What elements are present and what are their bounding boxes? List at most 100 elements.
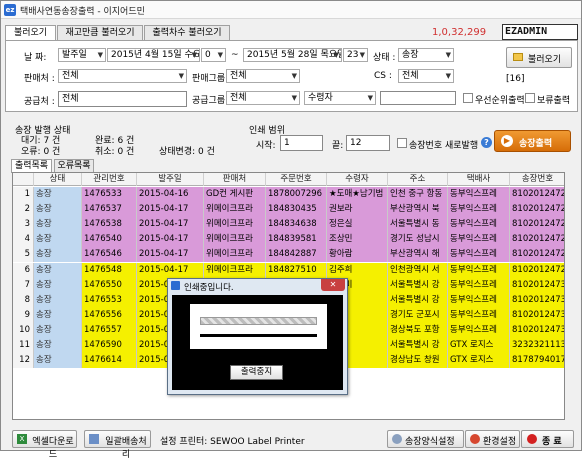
vendor-label: 판매처 : bbox=[24, 74, 55, 84]
hold-checkbox[interactable] bbox=[525, 93, 535, 103]
invoice-format-setting-button[interactable]: 송장양식설정 bbox=[387, 430, 464, 448]
table-cell: 2015-04-16 bbox=[137, 187, 204, 202]
column-header[interactable]: 판매처 bbox=[204, 173, 266, 186]
row-number: 7 bbox=[13, 277, 34, 293]
dialog-progress-area bbox=[190, 304, 327, 349]
batch-delivery-button[interactable]: 일괄배송처리 bbox=[84, 430, 151, 460]
priority-checkbox[interactable] bbox=[463, 93, 473, 103]
date-type-select[interactable]: 발주일 ▼ bbox=[58, 48, 106, 62]
row-number: 1 bbox=[13, 187, 34, 202]
date-to-picker[interactable]: 2015년 5월 28일 목요일 ▼ bbox=[243, 48, 342, 62]
column-header[interactable]: 주소 bbox=[388, 173, 448, 186]
dialog-title: 인쇄중입니다. bbox=[184, 283, 234, 293]
table-cell: 부산광역시 해 bbox=[388, 247, 448, 263]
tab-load-stock[interactable]: 재고만큼 불러오기 bbox=[57, 25, 143, 40]
column-header[interactable]: 송장번호 bbox=[510, 173, 564, 186]
print-progress-bar bbox=[200, 317, 317, 325]
tab-print-list[interactable]: 출력목록 bbox=[11, 159, 52, 173]
receiver-input[interactable] bbox=[380, 91, 456, 105]
tab-load[interactable]: 불러오기 bbox=[5, 25, 56, 41]
load-button[interactable]: 불러오기 bbox=[506, 47, 572, 68]
print-icon: ▶ bbox=[501, 135, 513, 147]
print-start-input[interactable]: 1 bbox=[280, 135, 323, 151]
table-cell: 810201247332 bbox=[510, 322, 564, 338]
date-from-picker[interactable]: 2015년 4월 15일 수요일 ▼ bbox=[107, 48, 200, 62]
column-header[interactable]: 수령자 bbox=[327, 173, 388, 186]
table-cell: 2015-04-17 bbox=[137, 202, 204, 218]
chevron-down-icon: ▼ bbox=[217, 51, 223, 59]
vendor-select[interactable]: 전체 ▼ bbox=[58, 69, 187, 83]
table-cell: 송장 bbox=[34, 307, 82, 323]
table-row[interactable]: 5 송장 1476546 2015-04-17 위메이크프라 184842887 황아람 부산… bbox=[13, 247, 564, 263]
table-row[interactable]: 4 송장 1476540 2015-04-17 위메이크프라 184839581 조상민 경기… bbox=[13, 232, 564, 248]
stop-print-button[interactable]: 출력중지 bbox=[230, 365, 283, 380]
column-header[interactable]: 주문번호 bbox=[266, 173, 327, 186]
main-window: ez 택배사연동송장출력 - 이지어드민 불러오기 재고만큼 불러오기 출력차수… bbox=[0, 0, 582, 460]
column-header[interactable]: 관리번호 bbox=[82, 173, 137, 186]
status-changed: 상태변경: 0 건 bbox=[159, 147, 215, 157]
hold-label: 보류출력 bbox=[537, 96, 571, 106]
hour-to-select[interactable]: 23 ▼ bbox=[343, 48, 368, 62]
table-cell: 1476548 bbox=[82, 262, 137, 278]
tab-load-print-round[interactable]: 출력차수 불러오기 bbox=[144, 25, 230, 40]
table-cell: 동부익스프레 bbox=[448, 247, 510, 263]
table-cell: 조상민 bbox=[327, 232, 388, 248]
filter-panel: 날 짜: 발주일 ▼ 2015년 4월 15일 수요일 ▼ 0 ▼ ~ 2015년 5… bbox=[5, 40, 578, 112]
chevron-down-icon: ▼ bbox=[445, 51, 451, 59]
table-cell: 송장 bbox=[34, 292, 82, 308]
chevron-down-icon: ▼ bbox=[178, 72, 184, 80]
status-cancel: 취소: 0 건 bbox=[95, 147, 135, 157]
table-cell: 1476537 bbox=[82, 202, 137, 218]
table-cell: 2015-04-17 bbox=[137, 247, 204, 263]
hour-from-select[interactable]: 0 ▼ bbox=[201, 48, 226, 62]
table-row[interactable]: 3 송장 1476538 2015-04-17 위메이크프라 184834638 정은실 서울… bbox=[13, 217, 564, 233]
version-label: 1,0,32,299 bbox=[432, 27, 487, 38]
close-icon[interactable]: ✕ bbox=[321, 279, 345, 291]
table-cell: 184830435 bbox=[266, 202, 327, 218]
table-cell: 송장 bbox=[34, 277, 82, 293]
row-number: 2 bbox=[13, 202, 34, 218]
help-icon[interactable]: ? bbox=[481, 137, 492, 148]
new-issue-checkbox[interactable] bbox=[397, 138, 407, 148]
table-cell: 184839581 bbox=[266, 232, 327, 248]
table-cell: 32323211137 bbox=[510, 338, 564, 353]
environment-setting-button[interactable]: 환경설정 bbox=[465, 430, 520, 448]
cs-select[interactable]: 전체 ▼ bbox=[398, 69, 454, 83]
chevron-down-icon: ▼ bbox=[291, 72, 297, 80]
column-header[interactable]: 상태 bbox=[34, 173, 82, 186]
grid-header: 상태 관리번호 발주일 판매처 주문번호 수령자 주소 택배사 송장번호 bbox=[13, 173, 564, 186]
supplier-input[interactable]: 전체 bbox=[58, 91, 187, 107]
tab-error-list[interactable]: 오류목록 bbox=[54, 159, 94, 172]
table-cell: 송장 bbox=[34, 202, 82, 218]
vendor-group-select[interactable]: 전체 ▼ bbox=[226, 69, 300, 83]
table-cell: 동부익스프레 bbox=[448, 217, 510, 233]
row-number: 4 bbox=[13, 232, 34, 248]
table-cell: 송장 bbox=[34, 353, 82, 369]
status-select[interactable]: 송장 ▼ bbox=[398, 48, 454, 62]
chevron-down-icon: ▼ bbox=[359, 51, 365, 59]
excel-download-button[interactable]: X 엑셀다운로드 bbox=[12, 430, 77, 460]
table-row[interactable]: 2 송장 1476537 2015-04-17 위메이크프라 184830435 권보라 부산… bbox=[13, 202, 564, 218]
table-cell: 1476557 bbox=[82, 322, 137, 338]
print-invoice-button[interactable]: ▶ 송장출력 bbox=[494, 130, 571, 152]
table-cell: 송장 bbox=[34, 322, 82, 338]
column-header[interactable]: 택배사 bbox=[448, 173, 510, 186]
row-number: 6 bbox=[13, 262, 34, 278]
table-cell: 81787940172 bbox=[510, 353, 564, 369]
logo: EZADMIN bbox=[502, 24, 578, 40]
table-row[interactable]: 6 송장 1476548 2015-04-17 위메이크프라 184827510 김주희 인천… bbox=[13, 262, 564, 278]
receiver-field-select[interactable]: 수령자 ▼ bbox=[304, 91, 376, 105]
dialog-body: 출력중지 bbox=[172, 295, 343, 390]
table-row[interactable]: ▶1송장14765332015-04-16GD컨 게시판1878007296★도… bbox=[13, 187, 564, 202]
supplier-group-select[interactable]: 전체 ▼ bbox=[226, 91, 300, 105]
table-cell: 1476533 bbox=[82, 187, 137, 202]
title-bar: ez 택배사연동송장출력 - 이지어드민 bbox=[1, 1, 581, 19]
exit-button[interactable]: 종 료 bbox=[521, 430, 574, 448]
table-cell: GTX 로지스 bbox=[448, 338, 510, 353]
table-cell: 서울특별시 강 bbox=[388, 292, 448, 308]
table-cell: 서울특별시 강 bbox=[388, 338, 448, 353]
print-end-input[interactable]: 12 bbox=[346, 135, 390, 151]
column-header[interactable] bbox=[13, 173, 34, 186]
column-header[interactable]: 발주일 bbox=[137, 173, 204, 186]
date-label: 날 짜: bbox=[24, 53, 47, 63]
